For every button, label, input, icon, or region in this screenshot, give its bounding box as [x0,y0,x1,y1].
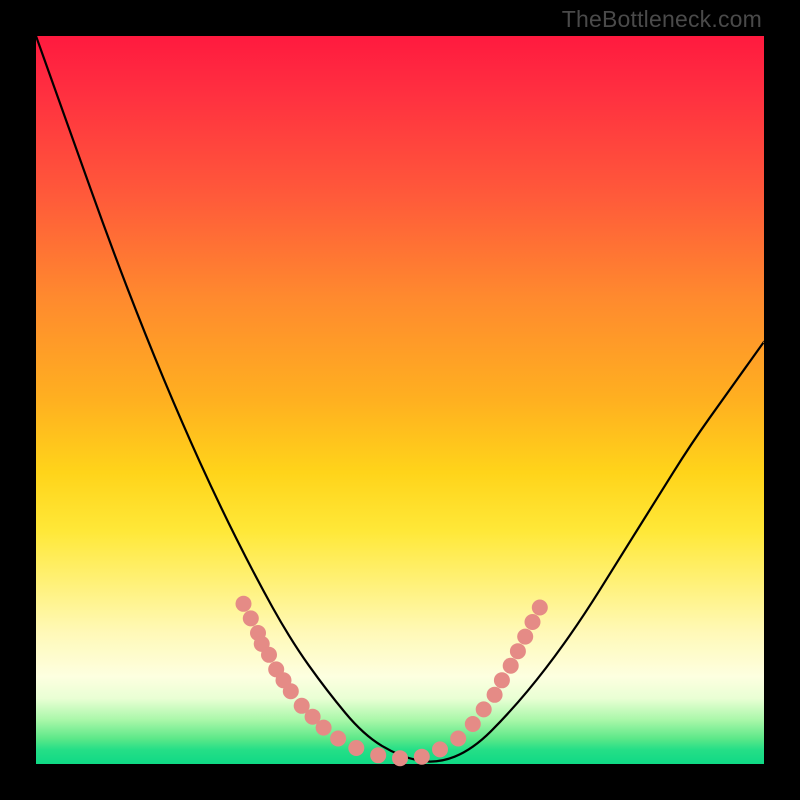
curve-marker [243,610,259,626]
curve-marker [414,749,430,765]
curve-marker [330,731,346,747]
curve-marker [261,647,277,663]
curve-markers [236,596,548,766]
curve-marker [465,716,481,732]
watermark-text: TheBottleneck.com [562,6,762,33]
chart-container: TheBottleneck.com [0,0,800,800]
curve-marker [316,720,332,736]
curve-marker [392,750,408,766]
curve-marker [348,740,364,756]
curve-marker [532,600,548,616]
curve-marker [487,687,503,703]
curve-marker [525,614,541,630]
curve-marker [283,683,299,699]
curve-marker [450,731,466,747]
curve-marker [503,658,519,674]
bottleneck-curve [36,36,764,762]
curve-marker [494,672,510,688]
curve-marker [432,741,448,757]
curve-marker [370,747,386,763]
curve-marker [517,629,533,645]
curve-svg [36,36,764,764]
curve-marker [510,643,526,659]
curve-marker [476,701,492,717]
plot-area [36,36,764,764]
curve-marker [236,596,252,612]
